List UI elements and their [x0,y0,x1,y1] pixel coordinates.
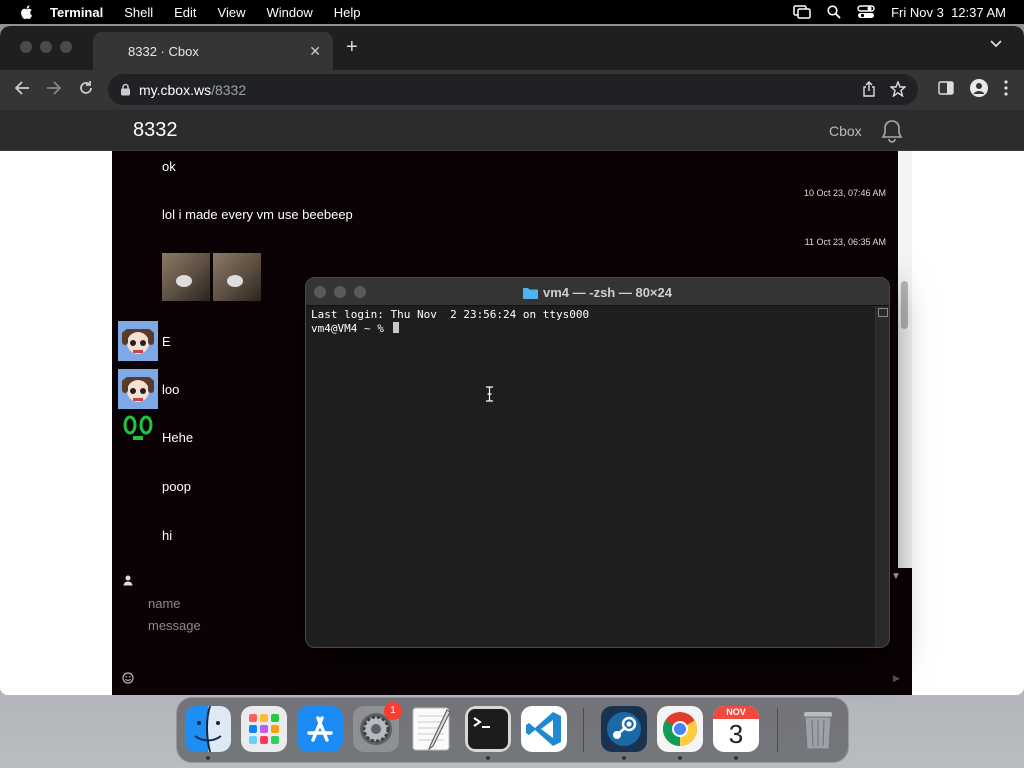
name-field[interactable]: name [148,596,181,611]
launchpad-icon[interactable] [241,706,287,752]
calendar-icon[interactable]: NOV 3 [713,706,759,752]
avatar[interactable] [118,321,158,361]
notification-badge: 1 [384,702,402,720]
calendar-month: NOV [713,706,759,719]
terminal-title-text: vm4 — -zsh — 80×24 [543,285,672,300]
split-pane-icon[interactable] [878,308,888,317]
close-window-button[interactable] [20,41,32,53]
browser-toolbar: my.cbox.ws/8332 [0,70,1024,110]
i-beam-cursor-icon [486,386,493,402]
dock-separator [777,708,778,752]
trash-icon[interactable] [795,706,841,752]
spotlight-search-icon[interactable] [827,5,841,19]
message-field[interactable]: message [148,618,201,633]
chat-scrollbar[interactable] [898,151,912,568]
site-title[interactable]: 8332 [133,119,178,142]
message-text: E [162,334,171,349]
screen-mirroring-icon[interactable] [793,5,811,19]
address-bar[interactable]: my.cbox.ws/8332 [108,74,918,105]
message-text: lol i made every vm use beebeep [162,207,353,222]
cbox-link[interactable]: Cbox [829,123,862,139]
message-timestamp: 11 Oct 23, 06:35 AM [804,237,886,247]
message-text: hi [162,528,173,543]
send-arrow-icon[interactable]: ▶ [893,673,900,684]
new-tab-icon[interactable]: + [346,36,358,59]
running-indicator [678,756,682,760]
steam-icon[interactable] [601,706,647,752]
menu-bar: Terminal Shell Edit View Window Help Fri… [0,0,1024,24]
scrollbar-thumb[interactable] [901,281,908,329]
menu-edit[interactable]: Edit [174,5,196,20]
zoom-window-button[interactable] [60,41,72,53]
bell-icon[interactable] [879,118,905,144]
chrome-icon[interactable] [657,706,703,752]
message-text: loo [162,382,180,397]
tab-title: 8332 · Cbox [128,43,199,59]
minimize-window-button[interactable] [40,41,52,53]
tab-active[interactable]: 8332 · Cbox ✕ [93,32,333,70]
message-text: Hehe [162,430,194,445]
window-controls [20,41,72,53]
terminal-icon[interactable] [465,706,511,752]
terminal-output[interactable]: Last login: Thu Nov 2 23:56:24 on ttys00… [311,308,589,336]
message-images [162,253,261,301]
terminal-scrollbar[interactable] [875,306,889,647]
app-store-icon[interactable] [297,706,343,752]
dock-separator [583,708,584,752]
terminal-title: vm4 — -zsh — 80×24 [306,285,889,300]
message-text: ok [162,159,176,174]
terminal-window[interactable]: vm4 — -zsh — 80×24 Last login: Thu Nov 2… [305,277,890,648]
textedit-icon[interactable] [409,706,455,752]
menu-window[interactable]: Window [267,5,313,20]
calendar-day: 3 [728,719,744,749]
lock-icon[interactable] [120,83,131,96]
avatar[interactable] [118,409,158,449]
back-arrow-icon[interactable] [14,80,30,96]
share-icon[interactable] [862,81,876,97]
running-indicator [734,756,738,760]
menu-app-name[interactable]: Terminal [50,5,103,20]
cat-image[interactable] [162,253,210,301]
bookmark-star-icon[interactable] [890,81,906,97]
menu-help[interactable]: Help [334,5,361,20]
terminal-line: Last login: Thu Nov 2 23:56:24 on ttys00… [311,308,590,321]
tab-strip: 8332 · Cbox ✕ + [0,26,1024,70]
finder-icon[interactable] [185,706,231,752]
vscode-icon[interactable] [521,706,567,752]
menu-view[interactable]: View [218,5,246,20]
forward-arrow-icon[interactable] [46,80,62,96]
terminal-prompt-line: vm4@VM4 ~ % [311,322,589,336]
scroll-to-bottom-icon[interactable]: ▼ [891,571,901,582]
user-icon[interactable] [122,574,134,586]
more-options-icon[interactable] [1004,80,1008,96]
running-indicator [486,756,490,760]
terminal-prompt: vm4@VM4 ~ % [311,322,391,335]
apple-menu-icon[interactable] [18,3,36,21]
control-center-icon[interactable] [857,5,875,19]
folder-icon [523,288,538,299]
side-panel-icon[interactable] [938,81,954,95]
close-tab-icon[interactable]: ✕ [309,43,321,60]
cat-image[interactable] [213,253,261,301]
menu-clock[interactable]: Fri Nov 3 12:37 AM [891,5,1006,20]
message-text: poop [162,479,191,494]
url-path: /8332 [211,81,247,98]
emoji-icon[interactable] [122,672,134,684]
menu-shell[interactable]: Shell [124,5,153,20]
message-timestamp: 10 Oct 23, 07:46 AM [803,188,886,198]
reload-icon[interactable] [78,80,94,96]
text-cursor [393,322,400,333]
running-indicator [206,756,210,760]
profile-avatar-icon[interactable] [970,79,988,97]
avatar[interactable] [118,369,158,409]
chevron-down-icon[interactable] [990,40,1002,48]
terminal-titlebar[interactable]: vm4 — -zsh — 80×24 [306,278,889,306]
site-header: 8332 Cbox [0,110,1024,151]
url-host: my.cbox.ws [139,81,212,98]
dock: NOV 3 [176,697,849,763]
running-indicator [622,756,626,760]
